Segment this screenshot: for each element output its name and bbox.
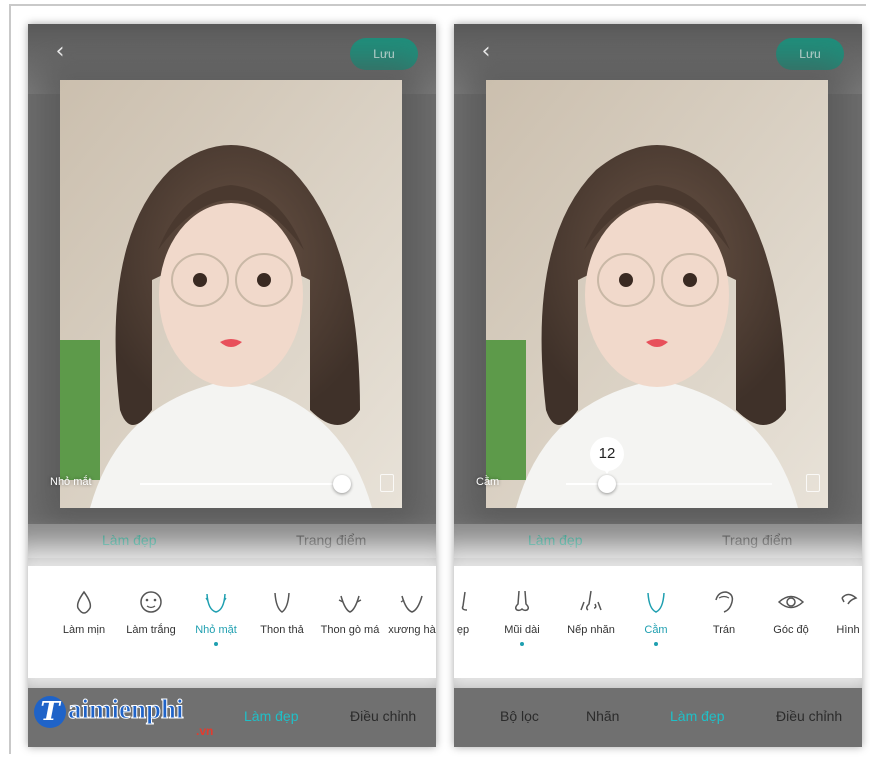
tool-dot	[410, 642, 414, 646]
nav-lam-dep[interactable]: Làm đẹp	[670, 708, 724, 724]
tool-nep-nhan[interactable]: Nếp nhăn	[560, 588, 622, 668]
tool-dot	[589, 642, 593, 646]
nav-dieu-chinh[interactable]: Điều chỉnh	[350, 708, 416, 724]
tool-nho-mat[interactable]: Nhỏ mặt	[186, 588, 246, 668]
tool-thon-go-ma[interactable]: Thon gò má	[314, 588, 386, 668]
tool-lam-trang[interactable]: Làm trắng	[116, 588, 186, 668]
slider-track[interactable]	[140, 475, 351, 493]
logo-suffix: .vn	[196, 724, 214, 738]
logo-text: aimienphi	[68, 694, 185, 725]
mode-tabs: Làm đẹp Trang điểm	[454, 524, 862, 558]
face-chin-icon	[205, 593, 227, 613]
wrinkle-icon	[580, 590, 602, 611]
slider-fill	[140, 483, 342, 485]
phone-screen-left: ‹ Lưu Nhỏ mắt Làm đẹp Trang điểm Làm mịn…	[28, 24, 436, 747]
tab-trang-diem[interactable]: Trang điểm	[722, 532, 792, 548]
tool-label: Thon gò má	[320, 624, 380, 636]
compare-icon[interactable]	[380, 474, 394, 492]
tool-label: Cằm	[644, 624, 668, 636]
tool-dot	[789, 642, 793, 646]
compare-icon[interactable]	[806, 474, 820, 492]
nav-nhan[interactable]: Nhãn	[586, 708, 619, 724]
face-mask-icon	[140, 591, 162, 613]
tab-lam-dep[interactable]: Làm đẹp	[102, 532, 156, 548]
marked-dot	[520, 642, 524, 646]
nose-partial-icon	[461, 591, 468, 611]
tool-label: Mũi dài	[504, 624, 540, 636]
tool-dot	[722, 642, 726, 646]
cheekbone-icon	[338, 595, 362, 613]
tool-dot	[348, 642, 352, 646]
portrait-image	[60, 80, 402, 508]
adjust-slider-row: Nhỏ mắt	[28, 472, 436, 496]
phone-screen-right: ‹ Lưu Cằm 12 Làm đẹp Trang điểm ẹp Mũi d…	[454, 24, 862, 747]
beauty-tools: Làm mịn Làm trắng Nhỏ mặt Thon thả Thon …	[28, 566, 436, 678]
tool-xuong-ham[interactable]: xương hà	[384, 588, 436, 668]
tool-dot	[461, 642, 465, 646]
slider-knob[interactable]	[598, 475, 616, 493]
slider-label: Cằm	[476, 476, 500, 488]
photo-preview	[60, 80, 402, 508]
tool-label: Góc độ	[773, 624, 809, 636]
tool-partial[interactable]: ẹp	[454, 588, 478, 668]
tool-lam-min[interactable]: Làm mịn	[54, 588, 114, 668]
tool-label: Làm mịn	[62, 624, 106, 636]
logo-letter: T	[34, 696, 66, 728]
nav-lam-dep[interactable]: Làm đẹp	[244, 708, 298, 724]
tool-tran[interactable]: Trán	[700, 588, 748, 668]
slider-knob[interactable]	[333, 475, 351, 493]
beauty-tools: ẹp Mũi dài Nếp nhăn Cằm Trán Góc độ Hình	[454, 566, 862, 678]
tool-label: Hình	[836, 624, 860, 636]
photo-preview	[486, 80, 828, 508]
tool-label: xương hà	[388, 624, 436, 636]
save-button[interactable]: Lưu	[350, 38, 418, 70]
back-button[interactable]: ‹	[48, 40, 72, 64]
chin-icon	[647, 592, 665, 613]
tool-thon-tha[interactable]: Thon thả	[252, 588, 312, 668]
tool-label: Trán	[712, 624, 736, 636]
tool-dot	[82, 642, 86, 646]
tool-label: ẹp	[456, 624, 470, 636]
tool-label: Làm trắng	[126, 624, 176, 636]
bottom-nav: Bộ lọc Nhãn Làm đẹp Điều chỉnh	[454, 688, 862, 747]
active-indicator-dot	[214, 642, 218, 646]
tool-label: Thon thả	[260, 624, 304, 636]
taimienphi-logo: T aimienphi .vn	[34, 694, 224, 744]
tool-mui-dai[interactable]: Mũi dài	[494, 588, 550, 668]
save-button[interactable]: Lưu	[776, 38, 844, 70]
tool-dot	[149, 642, 153, 646]
slider-track[interactable]: 12	[566, 437, 772, 493]
tab-lam-dep[interactable]: Làm đẹp	[528, 532, 582, 548]
tool-label: Nhỏ mặt	[195, 624, 237, 636]
nav-dieu-chinh[interactable]: Điều chỉnh	[776, 708, 842, 724]
tool-dot	[846, 642, 850, 646]
back-button[interactable]: ‹	[474, 40, 498, 64]
drop-icon	[76, 590, 92, 614]
nav-bo-loc[interactable]: Bộ lọc	[500, 708, 539, 724]
face-slim-icon	[274, 592, 290, 613]
tool-label: Nếp nhăn	[567, 624, 615, 636]
adjust-slider-row: Cằm 12	[454, 437, 862, 496]
tool-goc-do[interactable]: Góc độ	[762, 588, 820, 668]
mode-tabs: Làm đẹp Trang điểm	[28, 524, 436, 558]
tab-trang-diem[interactable]: Trang điểm	[296, 532, 366, 548]
nose-long-icon	[514, 590, 530, 612]
portrait-image	[486, 80, 828, 508]
tool-dot	[280, 642, 284, 646]
slider-value-bubble: 12	[590, 437, 624, 474]
active-indicator-dot	[654, 642, 658, 646]
tool-cam[interactable]: Cằm	[632, 588, 680, 668]
eye-icon	[777, 595, 805, 609]
jaw-icon	[400, 595, 423, 613]
tool-hinh[interactable]: Hình	[828, 588, 862, 668]
shape-icon	[841, 593, 858, 605]
slider-label: Nhỏ mắt	[50, 476, 92, 488]
forehead-icon	[715, 591, 734, 613]
